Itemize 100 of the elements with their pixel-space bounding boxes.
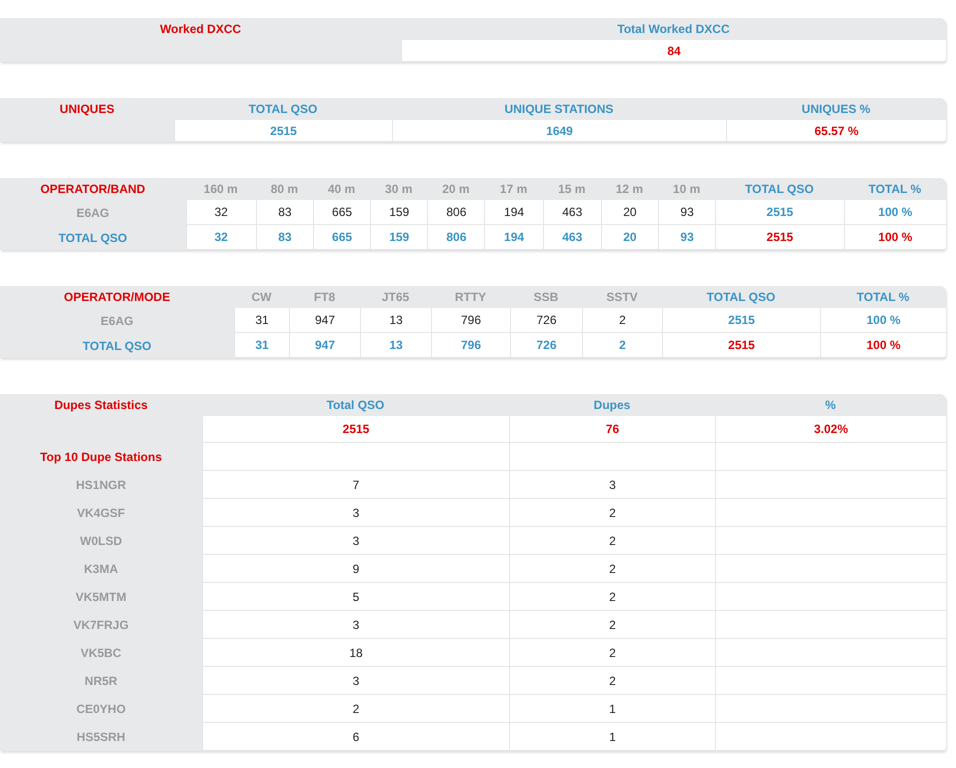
table-cell: 93 [658, 200, 716, 225]
column-header: Worked DXCC [158, 21, 242, 38]
table-cell: 2 [509, 611, 715, 639]
table-cell: 726 [510, 308, 582, 333]
column-header: 30 m [384, 181, 414, 198]
column-header: TOTAL % [856, 289, 910, 306]
table-cell: 5 [202, 583, 509, 611]
row-label: TOTAL QSO [57, 230, 128, 246]
table-cell: 1 [509, 695, 715, 723]
column-header: OPERATOR/MODE [62, 289, 172, 306]
column-header: 17 m [498, 181, 528, 198]
table-cell: 83 [256, 200, 313, 225]
table-cell: 3 [202, 667, 509, 695]
table-cell: 100 % [820, 308, 946, 333]
column-header: CW [250, 289, 272, 306]
column-header: 20 m [441, 181, 471, 198]
table-cell: 18 [202, 639, 509, 667]
row-label: VK5BC [80, 645, 122, 662]
table-cell: 1 [509, 723, 715, 751]
table-cell: 194 [484, 200, 543, 225]
table-cell: 93 [658, 225, 716, 250]
column-header: Dupes [592, 397, 632, 414]
row-label: CE0YHO [75, 701, 127, 718]
table-cell: 159 [370, 225, 428, 250]
table-cell: 796 [431, 308, 510, 333]
table-cell: 796 [431, 333, 510, 358]
table-cell: 2 [582, 333, 662, 358]
column-header: 12 m [614, 181, 644, 198]
table-cell: 2515 [662, 308, 820, 333]
column-header: JT65 [380, 289, 410, 306]
column-header: % [824, 397, 837, 414]
table-cell: 3 [509, 471, 715, 499]
column-header: TOTAL QSO [248, 101, 318, 118]
table-cell: 194 [484, 225, 543, 250]
table-cell: 84 [401, 40, 946, 62]
table-cell: 3 [202, 499, 509, 527]
table-cell: 31 [234, 333, 289, 358]
column-header: UNIQUE STATIONS [504, 101, 614, 118]
table-cell: 6 [202, 723, 509, 751]
table-cell: 2 [202, 695, 509, 723]
column-header: TOTAL QSO [744, 181, 815, 198]
table-cell: 65.57 % [726, 120, 946, 142]
column-header: SSTV [605, 289, 639, 306]
column-header: UNIQUES [58, 101, 116, 118]
table-cell: 3 [202, 611, 509, 639]
column-header: 160 m [202, 181, 239, 198]
table-cell: 76 [509, 416, 715, 443]
table-cell: 32 [186, 200, 256, 225]
table-cell: 2 [582, 308, 662, 333]
column-header: 15 m [557, 181, 586, 198]
row-label: VK7FRJG [72, 617, 130, 634]
table-cell: 32 [186, 225, 256, 250]
table-cell: 2515 [174, 120, 392, 142]
row-label: W0LSD [79, 533, 123, 550]
table-cell: 947 [289, 308, 360, 333]
column-header: Dupes Statistics [53, 397, 149, 414]
table-cell: 83 [256, 225, 313, 250]
table-cell: 13 [360, 308, 431, 333]
column-header: OPERATOR/BAND [39, 181, 146, 198]
table-cell: 100 % [844, 200, 946, 225]
table-cell: 2515 [715, 225, 844, 250]
row-label: NR5R [84, 673, 118, 690]
column-header: RTTY [454, 289, 488, 306]
table-cell: 2515 [662, 333, 820, 358]
column-header: 80 m [270, 181, 300, 198]
row-label: Top 10 Dupe Stations [39, 449, 163, 466]
table-cell: 31 [234, 308, 289, 333]
column-header: Total Worked DXCC [616, 21, 731, 38]
table-cell: 2515 [715, 200, 844, 225]
table-cell: 20 [600, 200, 658, 225]
row-label: HS1NGR [74, 477, 127, 494]
column-header: FT8 [312, 289, 336, 306]
table-cell: 2 [509, 583, 715, 611]
column-header: 10 m [672, 181, 702, 198]
table-cell: 463 [542, 225, 601, 250]
column-header: TOTAL QSO [706, 289, 776, 306]
table-cell: 159 [370, 200, 428, 225]
table-cell: 806 [427, 200, 484, 225]
table-cell: 463 [542, 200, 601, 225]
table-cell: 947 [289, 333, 360, 358]
row-label: TOTAL QSO [82, 338, 152, 354]
table-cell: 2515 [202, 416, 509, 443]
table-cell: 3 [202, 527, 509, 555]
table-cell: 806 [427, 225, 484, 250]
column-header: 40 m [326, 181, 356, 198]
column-header: SSB [532, 289, 560, 306]
table-cell: 665 [312, 225, 370, 250]
row-label: VK4GSF [76, 505, 126, 522]
table-cell: 100 % [820, 333, 946, 358]
table-cell: 665 [312, 200, 370, 225]
table-cell: 1649 [392, 120, 726, 142]
row-label: HS5SRH [76, 729, 126, 746]
table-cell: 2 [509, 667, 715, 695]
table-cell: 13 [360, 333, 431, 358]
column-header: UNIQUES % [800, 101, 872, 118]
table-cell: 2 [509, 527, 715, 555]
table-cell: 726 [510, 333, 582, 358]
table-cell: 7 [202, 471, 509, 499]
row-label: E6AG [100, 312, 134, 330]
row-label: K3MA [82, 561, 119, 578]
